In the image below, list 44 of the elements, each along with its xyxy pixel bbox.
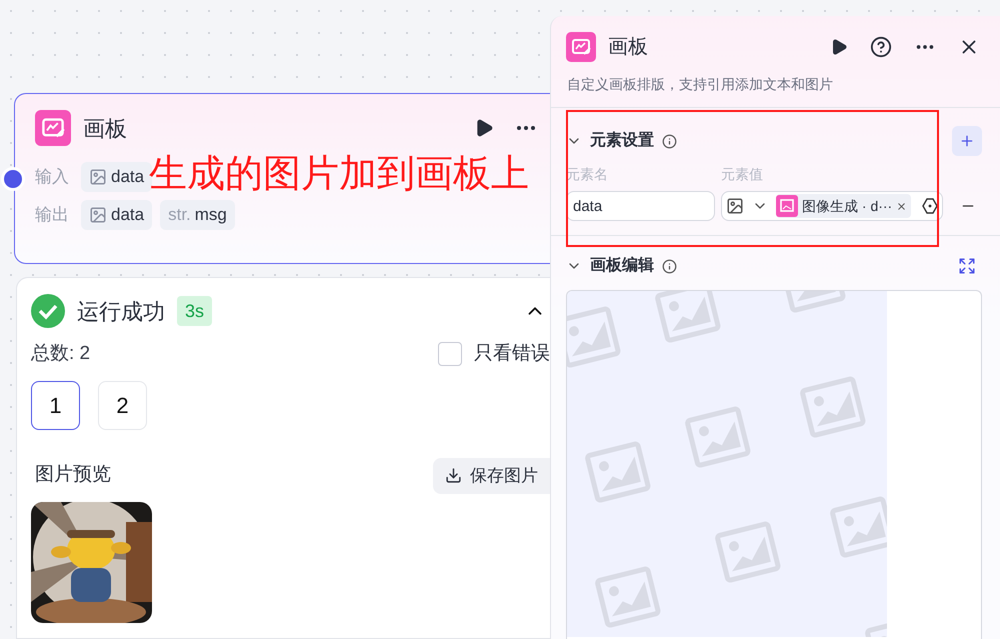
column-header: 元素值 bbox=[721, 165, 763, 184]
remove-icon[interactable] bbox=[896, 200, 908, 212]
fullscreen-icon[interactable] bbox=[958, 257, 976, 275]
success-check-icon bbox=[31, 294, 65, 328]
variable-name: data bbox=[111, 204, 144, 226]
page-button[interactable]: 2 bbox=[98, 380, 147, 430]
add-button[interactable] bbox=[952, 126, 982, 156]
column-header: 元素名 bbox=[566, 165, 609, 184]
panel-title: 画板 bbox=[608, 35, 648, 60]
help-icon[interactable] bbox=[870, 36, 892, 58]
image-icon bbox=[726, 197, 744, 215]
image-node-icon bbox=[776, 195, 798, 217]
board-app-icon bbox=[35, 110, 71, 146]
preview-title: 图片预览 bbox=[34, 463, 111, 488]
info-icon bbox=[662, 258, 677, 274]
type-label: str. bbox=[168, 204, 191, 226]
status-text: 运行成功 bbox=[77, 298, 165, 326]
outputs-label: 输出 bbox=[35, 204, 69, 226]
inputs-label: 输入 bbox=[35, 166, 69, 188]
variable-picker-icon[interactable] bbox=[922, 198, 938, 214]
info-icon bbox=[662, 134, 677, 148]
total-count: 总数: 2 bbox=[31, 342, 90, 366]
node-title: 画板 bbox=[83, 114, 127, 142]
variable-name: msg bbox=[194, 204, 227, 226]
panel-description: 自定义画板排版，支持引用添加文本和图片 bbox=[566, 75, 834, 94]
element-name-field[interactable]: data bbox=[566, 191, 715, 221]
variable-name: data bbox=[111, 166, 144, 188]
save-image-button[interactable]: 保存图片 bbox=[433, 458, 550, 494]
annotation-text: 生成的图片加到画板上 bbox=[149, 155, 529, 193]
duration-badge: 3s bbox=[177, 296, 212, 326]
image-icon bbox=[89, 168, 107, 186]
errors-only-checkbox[interactable] bbox=[438, 342, 462, 366]
image-icon bbox=[89, 206, 107, 224]
section-title: 元素设置 bbox=[590, 130, 654, 151]
section-title: 画板编辑 bbox=[590, 255, 654, 276]
run-icon[interactable] bbox=[830, 38, 848, 56]
board-app-icon bbox=[566, 32, 596, 62]
reference-text: 图像生成 · d··· bbox=[802, 196, 892, 216]
element-value-field[interactable]: 图像生成 · d··· bbox=[721, 191, 943, 221]
download-icon bbox=[445, 467, 462, 484]
errors-only-label: 只看错误 bbox=[474, 342, 550, 366]
page-button[interactable]: 1 bbox=[31, 380, 80, 430]
input-port[interactable] bbox=[1, 167, 25, 191]
plus-icon bbox=[959, 133, 975, 149]
